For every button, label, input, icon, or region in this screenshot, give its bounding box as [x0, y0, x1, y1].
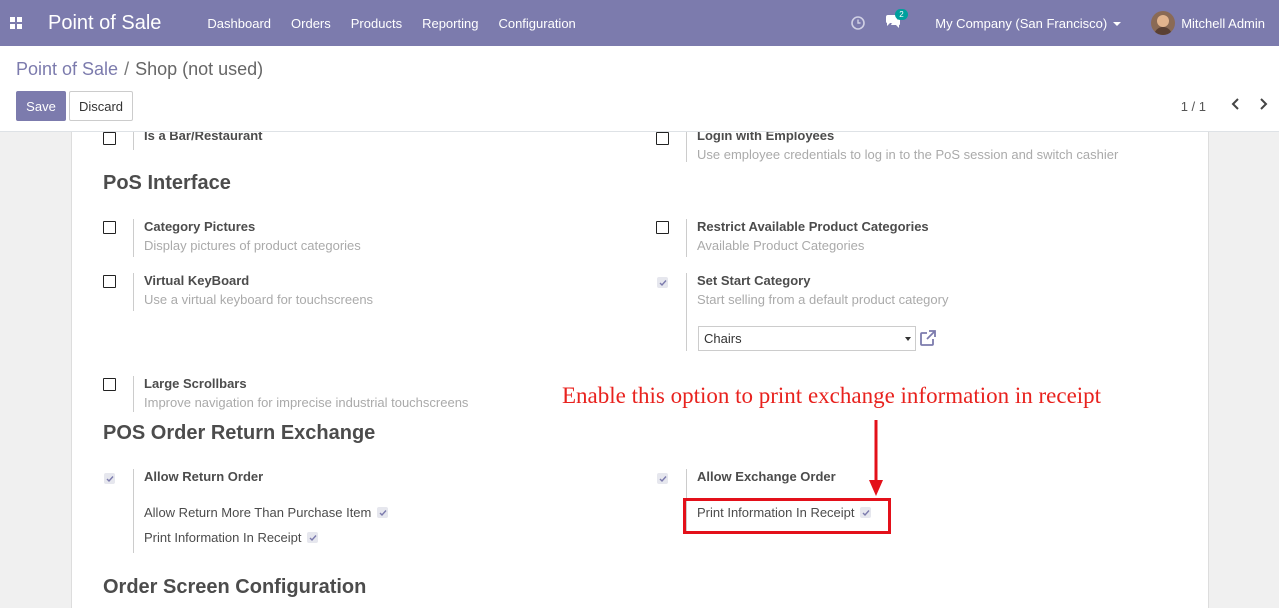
setting-large-scrollbars: Large Scrollbars Improve navigation for … [103, 376, 623, 412]
large-scrollbars-checkbox[interactable] [103, 378, 116, 391]
setting-bar-restaurant: Is a Bar/Restaurant [103, 132, 623, 150]
chat-badge: 2 [895, 8, 908, 20]
control-panel: Point of Sale / Shop (not used) Save Disca… [0, 46, 1279, 132]
allow-exchange-label: Allow Exchange Order [697, 469, 836, 484]
return-more-label: Allow Return More Than Purchase Item [144, 505, 372, 520]
chevron-down-icon [1113, 22, 1122, 27]
virtual-keyboard-checkbox[interactable] [103, 275, 116, 288]
apps-menu-icon[interactable] [0, 0, 32, 46]
return-print-checkbox[interactable] [307, 532, 318, 543]
navbar-systray: 2 My Company (San Francisco) Mitchell Ad… [851, 0, 1279, 46]
annotation-highlight-box [683, 498, 891, 534]
category-pictures-checkbox[interactable] [103, 221, 116, 234]
form-sheet: Is a Bar/Restaurant Login with Employees… [71, 132, 1209, 608]
restrict-categories-checkbox[interactable] [656, 221, 669, 234]
chevron-right-icon[interactable] [1256, 97, 1270, 111]
section-title-return-exchange: POS Order Return Exchange [103, 422, 376, 444]
login-employees-checkbox[interactable] [656, 132, 669, 145]
setting-login-employees: Login with Employees Use employee creden… [656, 132, 1176, 162]
menu-orders[interactable]: Orders [281, 16, 341, 31]
chevron-down-icon [905, 337, 911, 341]
start-category-checkbox[interactable] [657, 277, 668, 288]
setting-divider [133, 376, 134, 412]
bar-restaurant-label: Is a Bar/Restaurant [144, 132, 263, 143]
setting-divider [686, 132, 687, 162]
menu-reporting[interactable]: Reporting [412, 16, 488, 31]
user-menu[interactable]: Mitchell Admin [1151, 11, 1265, 35]
setting-divider [133, 469, 134, 553]
main-menu: Dashboard Orders Products Reporting Conf… [197, 16, 585, 31]
menu-products[interactable]: Products [341, 16, 412, 31]
category-pictures-help: Display pictures of product categories [144, 238, 361, 253]
virtual-keyboard-label: Virtual KeyBoard [144, 273, 250, 288]
login-employees-help: Use employee credentials to log in to th… [697, 147, 1119, 162]
allow-return-label: Allow Return Order [144, 469, 264, 484]
breadcrumb: Point of Sale / Shop (not used) [16, 59, 263, 80]
large-scrollbars-help: Improve navigation for imprecise industr… [144, 395, 469, 410]
setting-divider [686, 219, 687, 257]
start-category-help: Start selling from a default product cat… [697, 292, 949, 307]
arrow-down-icon [869, 420, 883, 496]
start-category-select[interactable]: Chairs [698, 326, 916, 351]
check-icon [309, 534, 317, 541]
top-navbar: Point of Sale Dashboard Orders Products … [0, 0, 1279, 46]
messaging-menu[interactable]: 2 [885, 8, 908, 32]
setting-divider [686, 273, 687, 351]
menu-dashboard[interactable]: Dashboard [197, 16, 281, 31]
setting-divider [133, 273, 134, 311]
external-link-icon[interactable] [919, 329, 937, 347]
category-pictures-label: Category Pictures [144, 219, 256, 234]
menu-configuration[interactable]: Configuration [488, 16, 585, 31]
setting-restrict-categories: Restrict Available Product Categories Av… [656, 219, 1176, 257]
allow-exchange-checkbox[interactable] [657, 473, 668, 484]
check-icon [659, 475, 667, 482]
allow-return-checkbox[interactable] [104, 473, 115, 484]
app-title[interactable]: Point of Sale [48, 12, 161, 35]
start-category-value: Chairs [704, 331, 742, 346]
setting-category-pictures: Category Pictures Display pictures of pr… [103, 219, 623, 257]
virtual-keyboard-help: Use a virtual keyboard for touchscreens [144, 292, 374, 307]
save-button[interactable]: Save [16, 91, 66, 121]
check-icon [106, 475, 114, 482]
company-name: My Company (San Francisco) [935, 15, 1108, 31]
avatar [1151, 11, 1176, 35]
restrict-categories-help: Available Product Categories [697, 238, 865, 253]
setting-divider [133, 132, 134, 150]
breadcrumb-parent[interactable]: Point of Sale [16, 59, 118, 79]
breadcrumb-separator: / [124, 59, 130, 79]
setting-virtual-keyboard: Virtual KeyBoard Use a virtual keyboard … [103, 273, 623, 311]
login-employees-label: Login with Employees [697, 132, 835, 143]
start-category-label: Set Start Category [697, 273, 811, 288]
setting-divider [133, 219, 134, 257]
discard-button[interactable]: Discard [69, 91, 133, 121]
section-title-order-screen: Order Screen Configuration [103, 576, 367, 598]
return-print-label: Print Information In Receipt [144, 530, 302, 545]
annotation-text: Enable this option to print exchange inf… [562, 383, 1102, 408]
user-name: Mitchell Admin [1181, 15, 1265, 31]
pager-value[interactable]: 1 / 1 [1181, 99, 1206, 114]
check-icon [379, 509, 387, 516]
bar-restaurant-checkbox[interactable] [103, 132, 116, 145]
restrict-categories-label: Restrict Available Product Categories [697, 219, 929, 234]
form-view: Is a Bar/Restaurant Login with Employees… [0, 132, 1279, 608]
section-title-pos-interface: PoS Interface [103, 172, 231, 194]
large-scrollbars-label: Large Scrollbars [144, 376, 247, 391]
check-icon [659, 279, 667, 286]
company-switcher[interactable]: My Company (San Francisco) [935, 15, 1122, 31]
return-more-checkbox[interactable] [377, 507, 388, 518]
breadcrumb-current: Shop (not used) [135, 59, 264, 79]
activity-clock-icon[interactable] [851, 16, 866, 30]
chevron-left-icon[interactable] [1229, 97, 1243, 111]
